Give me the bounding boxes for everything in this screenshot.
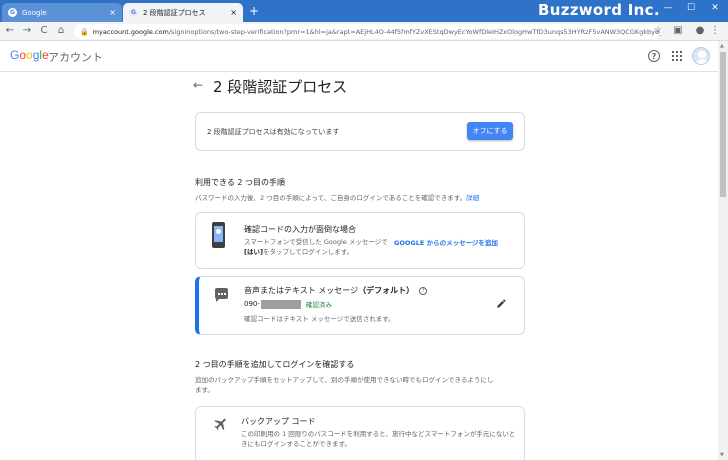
tab-close-icon[interactable]: × [109,8,116,17]
edit-pencil-icon[interactable] [496,298,507,309]
scroll-down-icon[interactable]: ▼ [720,452,724,458]
back-arrow-icon[interactable]: ← [193,78,203,92]
screen: G Google × G 2 段階認証プロセス × + Buzzword Inc… [0,0,728,460]
backup-codes-title: バックアップ コード [241,417,316,426]
airplane-icon [214,418,226,431]
tab-google[interactable]: G Google × [2,3,122,22]
google-logo[interactable]: Google [10,48,49,62]
account-header: Google アカウント ? [0,41,718,72]
google-prompt-card: 確認コードの入力が面倒な場合 スマートフォンで受信した Google メッセージ… [195,212,525,269]
message-icon [215,288,228,302]
browser-tab-strip: G Google × G 2 段階認証プロセス × + Buzzword Inc… [0,0,728,22]
help-circle-icon[interactable]: ? [419,286,428,295]
bookmark-star-icon[interactable]: ☆ [652,24,664,38]
tab-label: 2 段階認証プロセス [143,8,206,17]
phone-number: 090- [244,300,260,308]
prompt-desc: スマートフォンで受信した Google メッセージで[はい]をタップしてログイン… [244,238,388,256]
learn-more-link[interactable]: 詳細 [466,194,479,202]
tab-label: Google [22,8,47,17]
extension-icon[interactable]: ▣ [672,24,684,38]
voice-sms-card: 音声またはテキスト メッセージ（デフォルト）? 090- 確認済み 確認コードは… [195,276,525,335]
brand-watermark: Buzzword Inc. [538,1,660,19]
prompt-title: 確認コードの入力が面倒な場合 [244,225,356,234]
maximize-button[interactable]: ☐ [683,3,699,13]
close-window-button[interactable]: ✕ [707,3,723,13]
avatar[interactable] [692,47,710,65]
back-nav-button[interactable]: ← [4,24,16,38]
status-text: 2 段階認証プロセスは有効になっています [207,128,340,136]
status-card: 2 段階認証プロセスは有効になっています オフにする [195,112,525,151]
url-text: myaccount.google.com/signinoptions/two-s… [92,27,662,36]
forward-nav-button[interactable]: → [21,24,33,38]
scrollbar-thumb[interactable] [720,52,726,197]
smartphone-icon [212,222,225,248]
page-title: 2 段階認証プロセス [213,78,348,96]
redacted-number [260,299,301,309]
add-step-desc-line1: 追加のバックアップ手順をセットアップして、別の手順が使用できない時でもログインで… [195,376,494,384]
voice-sms-desc: 確認コードはテキスト メッセージで送信されます。 [244,315,395,323]
google-favicon-icon: G [129,8,138,17]
turn-off-button[interactable]: オフにする [467,122,513,140]
profile-icon[interactable]: ● [694,24,706,38]
backup-codes-desc: この印刷用の 1 回限りのパスコードを利用すると、旅行中などスマートフォンが手元… [241,430,516,448]
reload-button[interactable]: C [38,24,50,38]
verified-badge: 確認済み [305,301,332,309]
phone-number-line: 090- 確認済み [244,299,332,309]
help-icon[interactable]: ? [648,50,660,62]
lock-icon: 🔒 [80,27,89,36]
minimize-button[interactable]: — [660,3,676,13]
tab-two-step[interactable]: G 2 段階認証プロセス × [123,3,243,22]
available-steps-heading: 利用できる 2 つ目の手順 [195,178,286,187]
available-steps-desc: パスワードの入力後、2 つ目の手順によって、ご自身のログインであることを確認でき… [195,194,480,202]
backup-codes-card[interactable]: バックアップ コード この印刷用の 1 回限りのパスコードを利用すると、旅行中な… [195,406,525,460]
add-step-desc-line2: ます。 [195,386,214,394]
browser-toolbar: ← → C ⌂ 🔒 myaccount.google.com/signinopt… [0,22,728,41]
tab-close-icon[interactable]: × [230,8,237,17]
scroll-up-icon[interactable]: ▲ [720,43,724,49]
address-bar[interactable]: 🔒 myaccount.google.com/signinoptions/two… [74,24,662,39]
voice-sms-title: 音声またはテキスト メッセージ（デフォルト）? [244,285,428,296]
new-tab-button[interactable]: + [249,4,259,18]
add-step-heading: 2 つ目の手順を追加してログインを確認する [195,360,355,369]
page-scrollbar[interactable]: ▲ ▼ [718,41,728,460]
browser-menu-icon[interactable]: ⋮ [709,24,721,38]
google-favicon-icon: G [8,8,17,17]
home-button[interactable]: ⌂ [55,24,67,38]
apps-grid-icon[interactable] [672,51,682,61]
add-google-prompt-link[interactable]: GOOGLE からのメッセージを追加 [394,237,498,247]
account-label: アカウント [48,51,103,64]
